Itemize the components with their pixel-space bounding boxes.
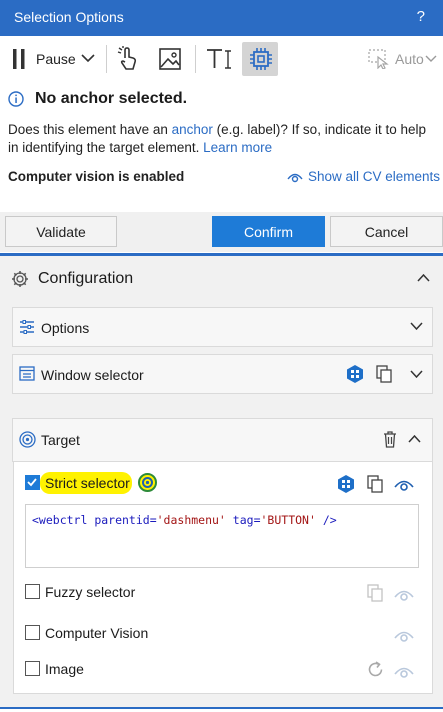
fuzzy-selector-checkbox[interactable] — [25, 584, 40, 599]
pause-label[interactable]: Pause — [36, 51, 76, 67]
ui-explorer-icon[interactable] — [345, 364, 365, 384]
code-attr: parentid= — [94, 513, 157, 527]
click-target-icon[interactable] — [116, 46, 140, 72]
image-label[interactable]: Image — [45, 661, 84, 677]
chevron-down-icon[interactable] — [410, 370, 423, 378]
computer-vision-checkbox[interactable] — [25, 625, 40, 640]
anchor-link[interactable]: anchor — [172, 122, 213, 137]
eye-icon — [394, 587, 414, 601]
toolbar-separator — [195, 45, 196, 73]
learn-more-link[interactable]: Learn more — [203, 140, 272, 155]
eye-icon[interactable] — [394, 477, 414, 491]
code-tag-open: <webctrl — [32, 513, 95, 527]
ui-explorer-icon[interactable] — [336, 474, 356, 494]
copy-icon[interactable] — [376, 365, 392, 383]
code-value: 'BUTTON' — [260, 513, 316, 527]
target-label[interactable]: Target — [41, 432, 80, 448]
toolbar-separator — [106, 45, 107, 73]
strict-selector-checkbox[interactable] — [25, 475, 40, 490]
strict-selector-label[interactable]: Strict selector — [45, 475, 130, 491]
toolbar: Pause Auto — [0, 36, 443, 82]
chevron-up-icon[interactable] — [408, 435, 421, 443]
target-icon — [19, 431, 36, 448]
auto-select-icon[interactable] — [368, 49, 390, 69]
show-cv-elements-link[interactable]: Show all CV elements — [308, 169, 440, 184]
code-attr: tag= — [225, 513, 261, 527]
chevron-up-icon[interactable] — [417, 274, 430, 282]
confirm-button[interactable]: Confirm — [212, 216, 325, 247]
chevron-down-icon[interactable] — [410, 322, 423, 330]
window-title: Selection Options — [14, 9, 124, 25]
chevron-down-icon[interactable] — [81, 54, 95, 63]
eye-icon[interactable] — [287, 170, 303, 184]
fuzzy-selector-label[interactable]: Fuzzy selector — [45, 584, 135, 600]
image-checkbox[interactable] — [25, 661, 40, 676]
help-button[interactable]: ? — [417, 8, 425, 25]
cv-enabled-text: Computer vision is enabled — [8, 169, 185, 184]
copy-icon[interactable] — [367, 475, 383, 493]
cancel-button[interactable]: Cancel — [330, 216, 443, 247]
help-text-part: Does this element have an — [8, 122, 172, 137]
bottom-border — [0, 707, 443, 709]
gear-icon — [11, 270, 29, 288]
eye-icon — [394, 664, 414, 678]
chevron-down-icon[interactable] — [425, 55, 437, 63]
title-bar: Selection Options ? — [0, 0, 443, 36]
window-selector-label[interactable]: Window selector — [41, 367, 144, 383]
no-anchor-title: No anchor selected. — [35, 90, 188, 107]
computer-vision-label[interactable]: Computer Vision — [45, 625, 148, 641]
validate-button[interactable]: Validate — [5, 216, 117, 247]
target-marker-icon — [138, 473, 157, 492]
options-icon — [19, 320, 35, 334]
copy-icon — [367, 584, 383, 602]
chip-icon — [249, 47, 273, 71]
anchor-help-text: Does this element have an anchor (e.g. l… — [8, 121, 438, 157]
trash-icon[interactable] — [383, 431, 397, 448]
window-icon — [19, 366, 35, 381]
options-label[interactable]: Options — [41, 320, 89, 336]
image-icon[interactable] — [158, 47, 182, 71]
code-tag-close: /> — [315, 513, 337, 527]
eye-icon — [394, 628, 414, 642]
selector-editor[interactable]: <webctrl parentid='dashmenu' tag='BUTTON… — [25, 504, 419, 568]
refresh-icon — [366, 660, 385, 679]
configuration-title: Configuration — [38, 270, 134, 287]
auto-label[interactable]: Auto — [395, 51, 424, 67]
info-icon — [8, 91, 24, 107]
text-icon[interactable] — [206, 48, 232, 70]
pause-icon[interactable] — [12, 48, 26, 70]
code-value: 'dashmenu' — [156, 513, 226, 527]
